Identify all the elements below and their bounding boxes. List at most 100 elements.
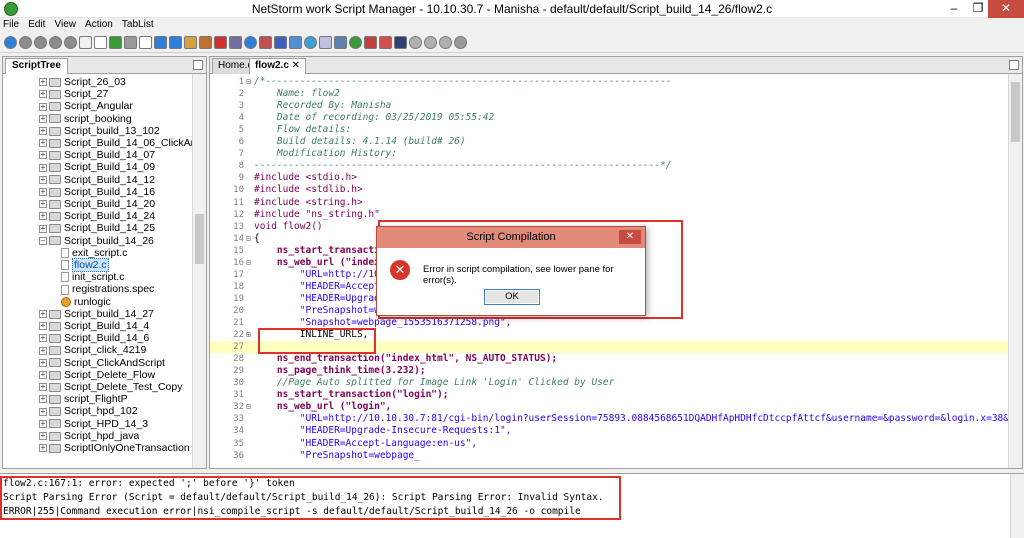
tree-item[interactable]: + Script_click_4219 (39, 344, 146, 356)
export-icon[interactable] (199, 36, 212, 49)
save-icon[interactable] (289, 36, 302, 49)
expand-icon[interactable]: + (39, 444, 47, 453)
tree-item[interactable]: + Script_Build_14_12 (39, 174, 155, 186)
expand-icon[interactable]: + (39, 310, 47, 319)
report-icon[interactable] (364, 36, 377, 49)
tab-script-tree[interactable]: ScriptTree (5, 58, 68, 74)
tree-item[interactable]: + Script_hpd_java (39, 430, 139, 442)
menu-action[interactable]: Action (82, 19, 116, 31)
target-icon[interactable] (244, 36, 257, 49)
tree-item[interactable]: runlogic (61, 296, 111, 308)
copy-icon[interactable] (124, 36, 137, 49)
settings-icon[interactable] (184, 36, 197, 49)
resume-icon[interactable] (64, 36, 77, 49)
menu-edit[interactable]: Edit (25, 19, 48, 31)
check-icon[interactable] (274, 36, 287, 49)
tree-item[interactable]: + Script_Build_14_07 (39, 149, 155, 161)
collapse-icon[interactable]: – (39, 236, 47, 245)
minimize-editor-icon[interactable] (1009, 60, 1019, 70)
tree-item[interactable]: – Script_build_14_26 (39, 235, 154, 247)
expand-icon[interactable]: + (39, 334, 47, 343)
expand-icon[interactable]: + (39, 371, 47, 380)
menu-tablist[interactable]: TabList (119, 19, 157, 31)
expand-icon[interactable]: + (39, 78, 47, 87)
output-scrollbar[interactable] (1010, 474, 1024, 538)
code-scroll-thumb[interactable] (1011, 82, 1020, 142)
tree-item[interactable]: + Script_Build_14_6 (39, 332, 149, 344)
fold-icon[interactable]: ⊞ (246, 329, 254, 341)
undo-icon[interactable] (409, 36, 422, 49)
redo-icon[interactable] (424, 36, 437, 49)
globe-icon[interactable] (304, 36, 317, 49)
expand-icon[interactable]: + (39, 139, 47, 148)
upload-icon[interactable] (169, 36, 182, 49)
expand-icon[interactable]: + (39, 346, 47, 355)
delete-icon[interactable] (214, 36, 227, 49)
tree-scrollbar[interactable] (192, 74, 206, 468)
expand-icon[interactable]: + (39, 163, 47, 172)
expand-icon[interactable]: + (39, 175, 47, 184)
tree-item[interactable]: + Script_Build_14_09 (39, 161, 155, 173)
run-icon[interactable] (4, 36, 17, 49)
expand-icon[interactable]: + (39, 127, 47, 136)
expand-icon[interactable]: + (39, 395, 47, 404)
tree-item[interactable]: + Script_26_03 (39, 76, 126, 88)
expand-icon[interactable]: + (39, 322, 47, 331)
add-page-icon[interactable] (109, 36, 122, 49)
chart-icon[interactable] (379, 36, 392, 49)
menu-file[interactable]: File (0, 19, 22, 31)
tree-item[interactable]: + Script_Build_14_06_ClickAn (39, 137, 193, 149)
menu-view[interactable]: View (51, 19, 79, 31)
tree-scroll-thumb[interactable] (195, 214, 204, 264)
view-icon[interactable] (229, 36, 242, 49)
expand-icon[interactable]: + (39, 200, 47, 209)
fold-icon[interactable]: ⊟ (246, 401, 254, 413)
expand-icon[interactable]: + (39, 102, 47, 111)
play-icon[interactable] (349, 36, 362, 49)
tree-item[interactable]: + Script_ClickAndScript (39, 357, 165, 369)
expand-icon[interactable]: + (39, 90, 47, 99)
tree-item[interactable]: + Script_build_14_27 (39, 308, 154, 320)
refresh-icon[interactable] (439, 36, 452, 49)
tree-item[interactable]: + Script_Build_14_16 (39, 186, 155, 198)
close-button[interactable]: ✕ (988, 0, 1024, 18)
new-file-icon[interactable] (94, 36, 107, 49)
disk-icon[interactable] (394, 36, 407, 49)
tree-item[interactable]: + Script_Delete_Flow (39, 369, 155, 381)
expand-icon[interactable]: + (39, 188, 47, 197)
expand-icon[interactable]: + (39, 224, 47, 233)
edit-icon[interactable] (259, 36, 272, 49)
window-icon[interactable] (334, 36, 347, 49)
fold-icon[interactable]: ⊟ (246, 257, 254, 269)
tree-item[interactable]: + Script_hpd_102 (39, 405, 138, 417)
expand-icon[interactable]: + (39, 151, 47, 160)
tree-item[interactable]: + Script_HPD_14_3 (39, 418, 148, 430)
tree-item[interactable]: + Script_build_13_102 (39, 125, 160, 137)
download-icon[interactable] (154, 36, 167, 49)
expand-icon[interactable]: + (39, 432, 47, 441)
pause-icon[interactable] (49, 36, 62, 49)
ok-button[interactable]: OK (484, 289, 540, 305)
expand-icon[interactable]: + (39, 212, 47, 221)
fold-icon[interactable]: ⊟ (246, 233, 254, 245)
tree-item[interactable]: + Script_27 (39, 88, 108, 100)
tree-item[interactable]: init_script.c (61, 271, 125, 283)
tree-item[interactable]: + Script_Build_14_4 (39, 320, 149, 332)
minimize-pane-icon[interactable] (193, 60, 203, 70)
code-scrollbar[interactable] (1008, 74, 1022, 468)
fold-icon[interactable]: ⊟ (246, 76, 254, 88)
tree-item[interactable]: registrations.spec (61, 283, 154, 295)
expand-icon[interactable]: + (39, 114, 47, 123)
expand-icon[interactable]: + (39, 407, 47, 416)
tree-item[interactable]: + Script_Build_14_20 (39, 198, 155, 210)
tree-item[interactable]: + Script_Build_14_24 (39, 210, 155, 222)
record-icon[interactable] (34, 36, 47, 49)
tree-item[interactable]: + ScriptIOnlyOneTransaction (39, 442, 190, 454)
expand-icon[interactable]: + (39, 358, 47, 367)
stop-icon[interactable] (19, 36, 32, 49)
expand-icon[interactable]: + (39, 419, 47, 428)
tree-item[interactable]: + Script_Delete_Test_Copy (39, 381, 182, 393)
tree-item[interactable]: + script_booking (39, 113, 132, 125)
expand-icon[interactable]: + (39, 383, 47, 392)
comment-icon[interactable] (79, 36, 92, 49)
